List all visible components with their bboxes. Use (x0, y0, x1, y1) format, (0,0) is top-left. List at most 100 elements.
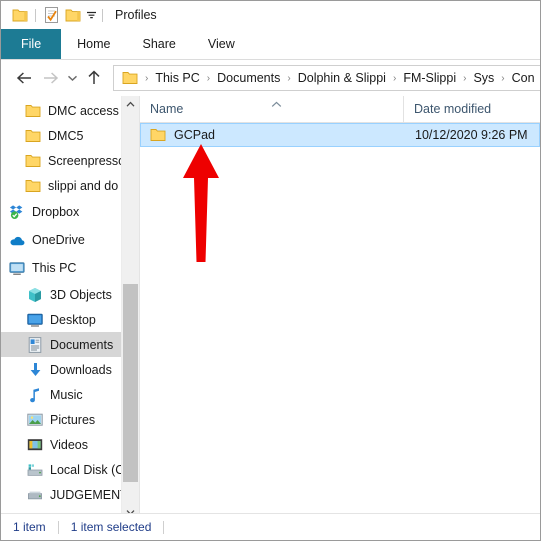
breadcrumb-separator: › (392, 72, 397, 84)
folder-icon (25, 103, 41, 119)
up-arrow-icon[interactable] (81, 65, 107, 91)
column-header-date-modified[interactable]: Date modified (403, 96, 540, 122)
sidebar-item-downloads[interactable]: Downloads (1, 357, 139, 382)
sidebar-item-dmc-access[interactable]: DMC access (1, 98, 139, 123)
sidebar-item-desktop[interactable]: Desktop (1, 307, 139, 332)
file-name-label: GCPad (174, 128, 215, 142)
sidebar-item-label: This PC (32, 261, 77, 275)
column-header-date-label: Date modified (414, 102, 492, 116)
qat-separator-2 (102, 8, 103, 22)
sidebar-item-label: Desktop (50, 312, 96, 327)
breadcrumb-item-this-pc[interactable]: This PC (153, 71, 201, 85)
sidebar-item-documents[interactable]: Documents (1, 332, 139, 357)
column-header-name[interactable]: Name (140, 96, 403, 122)
tab-view[interactable]: View (192, 29, 251, 59)
file-list-pane: Name Date modified GCPad 10/12/2020 9:26… (140, 96, 540, 521)
this-pc-monitor-icon (9, 260, 25, 276)
title-bar: Profiles (1, 1, 540, 29)
breadcrumb-item-config[interactable]: Con (510, 71, 537, 85)
back-arrow-icon[interactable] (11, 65, 37, 91)
sidebar-item-dropbox[interactable]: Dropbox (1, 198, 139, 226)
window-title: Profiles (115, 8, 157, 22)
sidebar-item-videos[interactable]: Videos (1, 432, 139, 457)
status-separator-1 (57, 520, 59, 534)
downloads-arrow-icon (27, 362, 43, 378)
folder-icon (25, 153, 41, 169)
videos-icon (27, 437, 43, 453)
file-name-cell: GCPad (141, 128, 404, 142)
sidebar-scrollbar-thumb[interactable] (123, 284, 138, 482)
folder-icon[interactable] (9, 4, 31, 26)
desktop-icon (27, 312, 43, 328)
local-disk-icon (27, 462, 43, 478)
pictures-icon (27, 412, 43, 428)
status-selection-count: 1 item selected (70, 520, 152, 534)
new-folder-icon[interactable] (62, 4, 84, 26)
breadcrumb-item-dolphin-slippi[interactable]: Dolphin & Slippi (296, 71, 388, 85)
sidebar-item-label: Music (50, 387, 83, 402)
onedrive-cloud-icon (9, 232, 25, 248)
sidebar-item-dmc5[interactable]: DMC5 (1, 123, 139, 148)
sidebar-item-label: JUDGEMENT (50, 487, 128, 502)
scroll-up-chevron-icon[interactable] (122, 96, 139, 113)
table-row[interactable]: GCPad 10/12/2020 9:26 PM (140, 123, 540, 147)
music-note-icon (27, 387, 43, 403)
sidebar-item-label: Pictures (50, 412, 96, 427)
sidebar-item-label: DMC5 (48, 128, 84, 143)
sidebar-item-slippi-and-do[interactable]: slippi and do (1, 173, 139, 198)
sidebar-scrollbar[interactable] (121, 96, 139, 521)
sidebar-item-local-disk-c[interactable]: Local Disk (C (1, 457, 139, 482)
breadcrumb-folder-icon (120, 71, 140, 85)
breadcrumb-separator: › (145, 72, 149, 84)
breadcrumb-separator: › (206, 72, 211, 84)
status-separator-2 (163, 520, 165, 534)
navigation-list: DMC access DMC5 Screenpresso slippi and … (1, 96, 139, 507)
breadcrumb[interactable]: › This PC › Documents › Dolphin & Slippi… (113, 65, 540, 91)
sidebar-item-label: Downloads (50, 362, 112, 377)
explorer-body: DMC access DMC5 Screenpresso slippi and … (1, 96, 540, 521)
breadcrumb-item-documents[interactable]: Documents (215, 71, 282, 85)
breadcrumb-item-sys[interactable]: Sys (471, 71, 496, 85)
qat-separator-1 (35, 8, 36, 22)
sidebar-item-label: OneDrive (32, 233, 85, 247)
address-bar: › This PC › Documents › Dolphin & Slippi… (1, 60, 540, 96)
sidebar-item-onedrive[interactable]: OneDrive (1, 226, 139, 254)
sidebar-item-judgement[interactable]: JUDGEMENT (1, 482, 139, 507)
file-rows: GCPad 10/12/2020 9:26 PM (140, 123, 540, 147)
sidebar-item-label: 3D Objects (50, 287, 112, 302)
column-header-name-label: Name (150, 102, 184, 116)
sidebar-item-3d-objects[interactable]: 3D Objects (1, 282, 139, 307)
sidebar-item-label: Screenpresso (48, 153, 126, 168)
drive-icon (27, 487, 43, 503)
folder-icon (25, 178, 41, 194)
breadcrumb-item-fm-slippi[interactable]: FM-Slippi (401, 71, 458, 85)
sidebar-item-this-pc[interactable]: This PC (1, 254, 139, 282)
column-header-row: Name Date modified (140, 96, 540, 123)
sidebar-item-screenpresso[interactable]: Screenpresso (1, 148, 139, 173)
tab-file[interactable]: File (1, 29, 62, 59)
breadcrumb-separator: › (463, 72, 467, 84)
file-explorer-window: Profiles File Home Share View › This PC … (0, 0, 541, 541)
file-date-cell: 10/12/2020 9:26 PM (415, 128, 528, 142)
recent-locations-chevron-icon[interactable] (63, 65, 81, 91)
sidebar-item-pictures[interactable]: Pictures (1, 407, 139, 432)
properties-icon[interactable] (40, 4, 62, 26)
sidebar-item-music[interactable]: Music (1, 382, 139, 407)
documents-icon (27, 336, 43, 353)
breadcrumb-separator: › (287, 72, 291, 84)
ribbon-tab-bar: File Home Share View (1, 29, 540, 60)
sidebar-item-label: DMC access (48, 103, 119, 118)
sidebar-item-label: Videos (50, 437, 88, 452)
navigation-pane: DMC access DMC5 Screenpresso slippi and … (1, 96, 140, 521)
tab-share[interactable]: Share (127, 29, 192, 59)
sidebar-item-label: Documents (50, 337, 114, 352)
dropbox-icon (9, 204, 25, 220)
sidebar-item-label: slippi and do (48, 178, 119, 193)
folder-icon (25, 128, 41, 144)
folder-icon (150, 128, 166, 142)
sort-ascending-caret-icon (271, 97, 282, 111)
3d-objects-icon (27, 287, 43, 303)
status-item-count: 1 item (13, 520, 46, 534)
chevron-down-icon[interactable] (84, 4, 98, 26)
tab-home[interactable]: Home (61, 29, 126, 59)
